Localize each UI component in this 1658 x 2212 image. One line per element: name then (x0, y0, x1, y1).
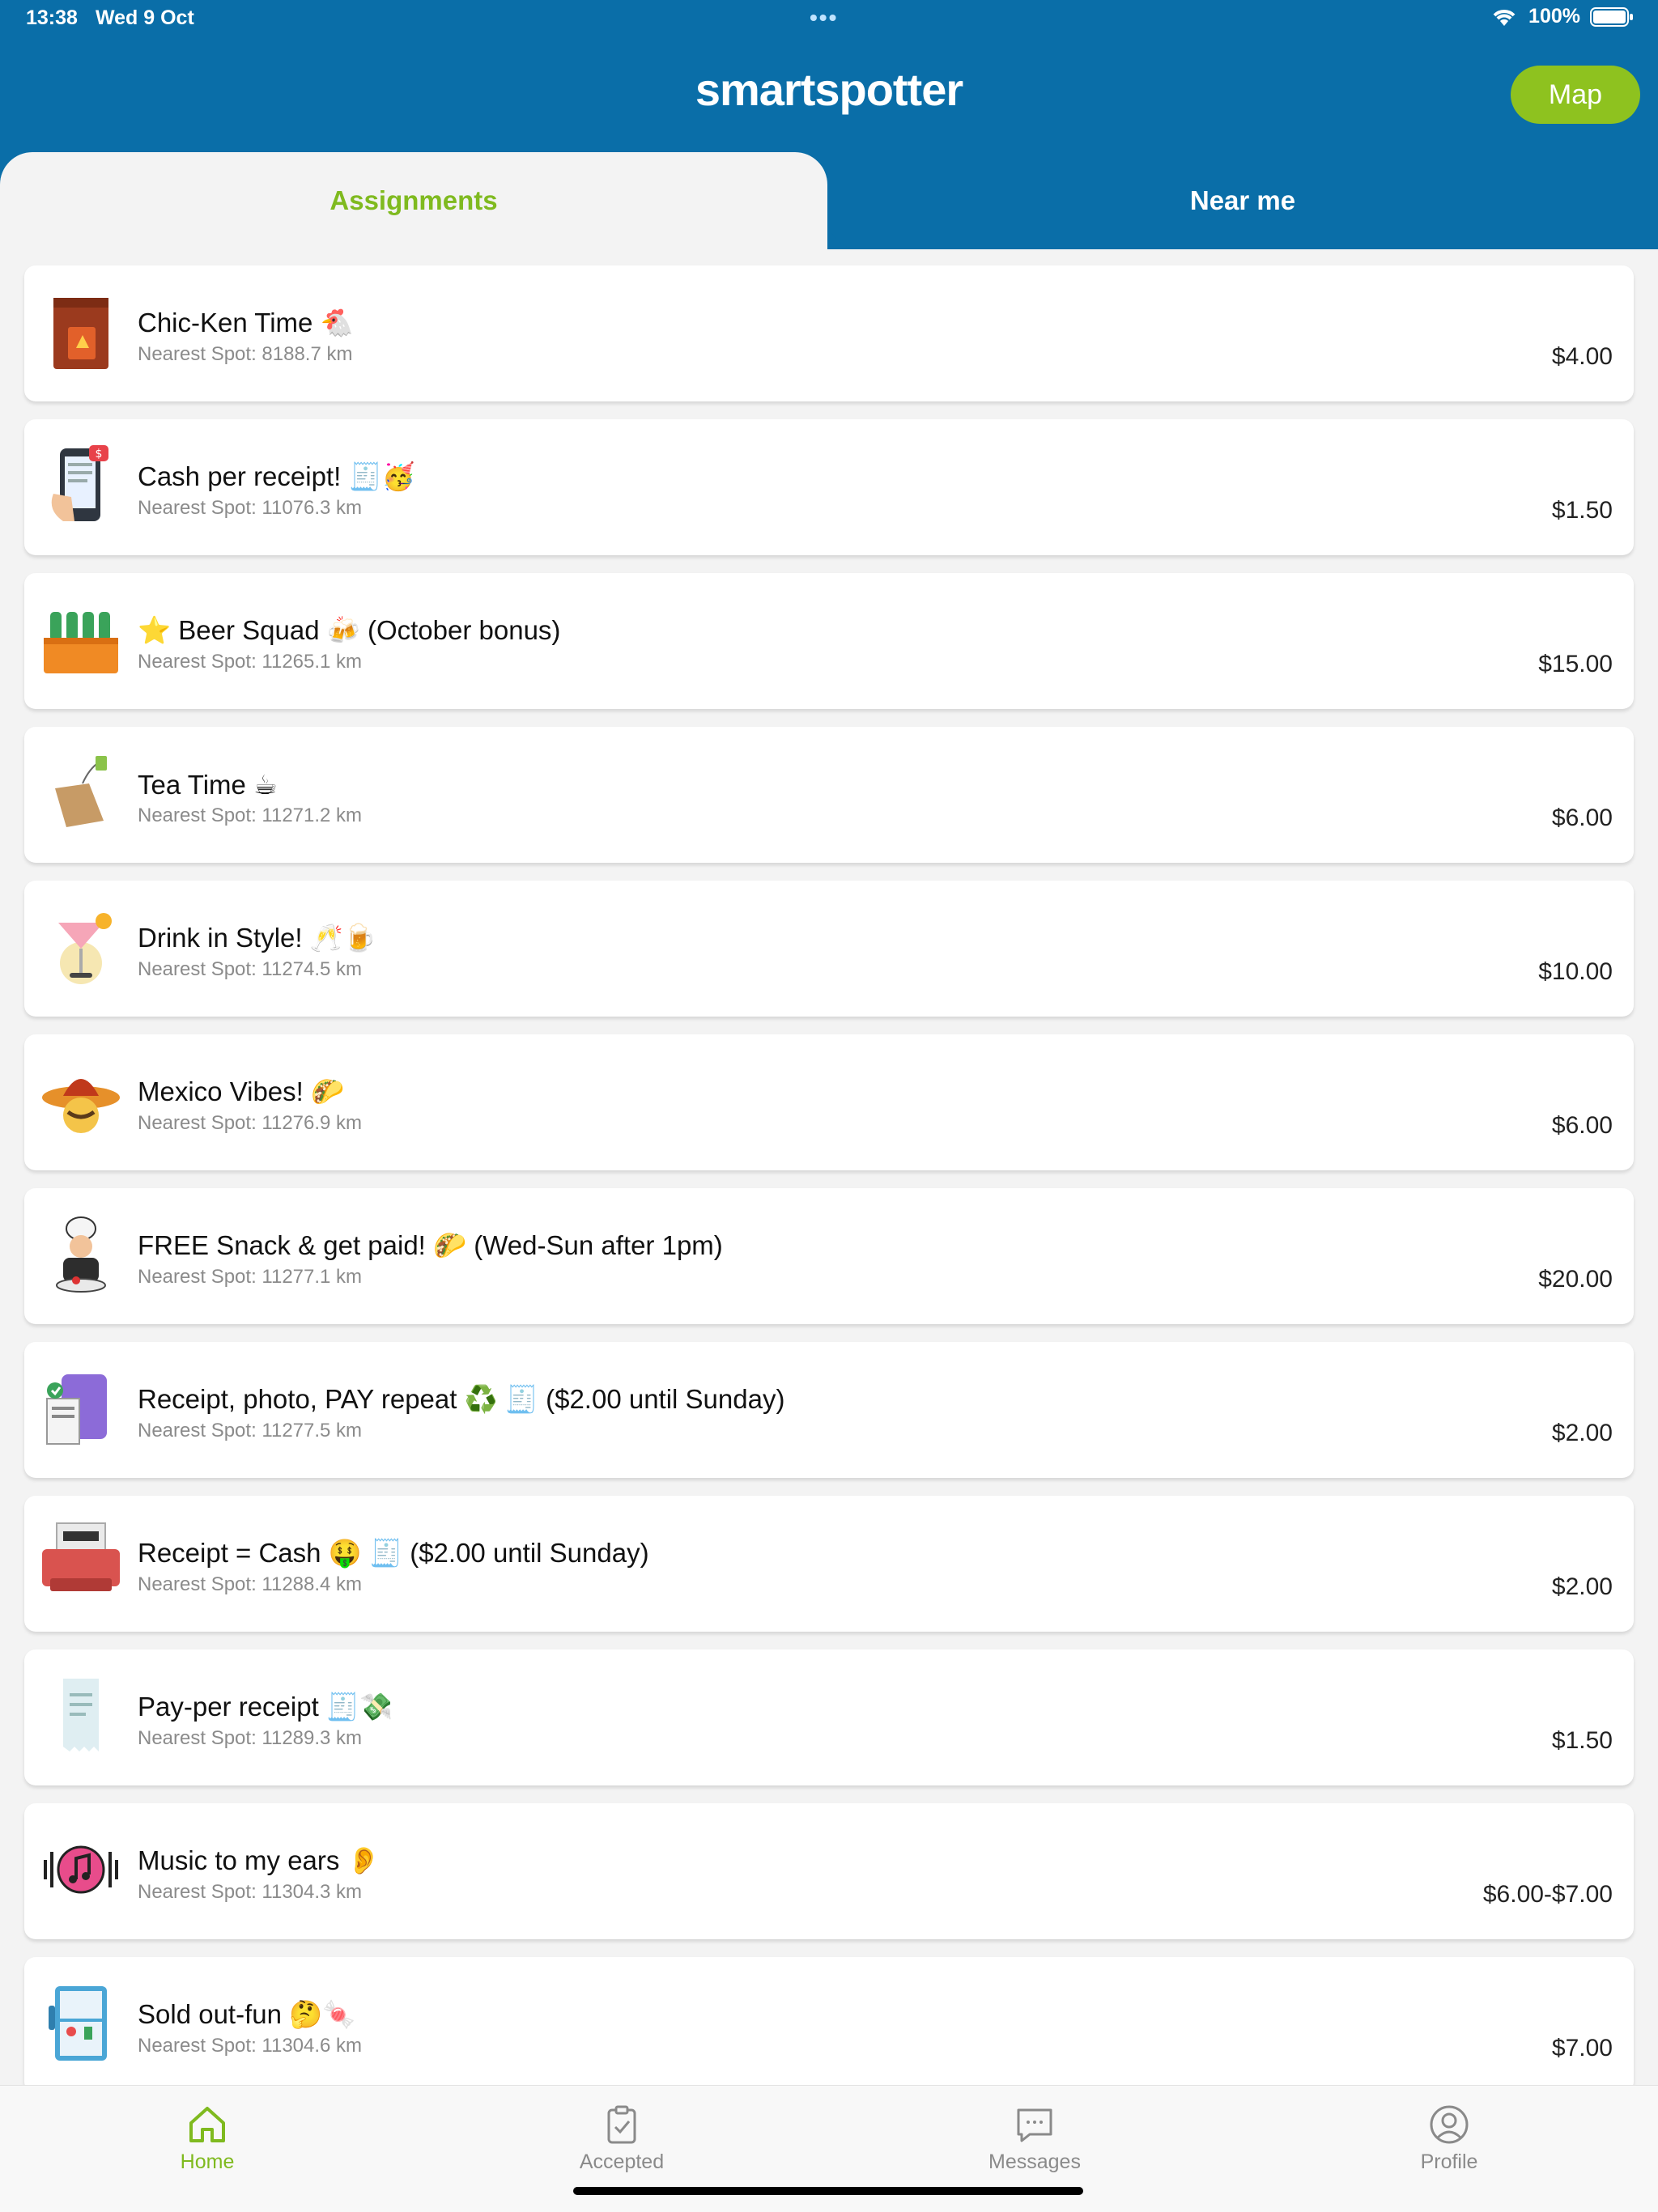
assignment-title: Tea Time ☕ (138, 770, 278, 800)
sombrero-icon (42, 1079, 120, 1133)
chicken-bag-icon (53, 298, 108, 369)
assignment-nearest-spot: Nearest Spot: 11304.3 km (138, 1881, 363, 1903)
beer-crate-icon (44, 612, 118, 673)
assignment-nearest-spot: Nearest Spot: 8188.7 km (138, 343, 353, 365)
map-button[interactable]: Map (1511, 66, 1640, 124)
nav-messages-label: Messages (988, 2150, 1081, 2173)
assignment-price: $2.00 (1551, 1573, 1613, 1600)
battery-percent: 100% (1528, 5, 1580, 28)
assignment-price: $4.00 (1551, 343, 1613, 370)
tab-assignments[interactable]: Assignments (0, 152, 827, 249)
assignment-card[interactable]: Chic-Ken Time 🐔 Nearest Spot: 8188.7 km $4… (24, 265, 1634, 401)
assignment-price: $6.00-$7.00 (1482, 1881, 1613, 1908)
assignment-card[interactable]: Pay-per receipt 🧾💸 Nearest Spot: 11289.3 … (24, 1649, 1634, 1785)
assignment-price: $1.50 (1551, 1727, 1613, 1754)
nav-profile[interactable]: Profile (1344, 2102, 1554, 2174)
status-time: 13:38 (26, 6, 78, 29)
assignment-price: $2.00 (1551, 1420, 1613, 1446)
assignment-card[interactable]: FREE Snack & get paid! 🌮 (Wed-Sun after … (24, 1188, 1634, 1324)
receipt-phone-icon (46, 1374, 107, 1445)
assignment-nearest-spot: Nearest Spot: 11265.1 km (138, 651, 363, 673)
status-right: 100% (1490, 5, 1634, 28)
tea-bag-icon (55, 756, 107, 827)
assignment-title: Music to my ears 👂 (138, 1845, 380, 1875)
assignment-title: Chic-Ken Time 🐔 (138, 308, 354, 338)
assignment-title: FREE Snack & get paid! 🌮 (Wed-Sun after … (138, 1230, 723, 1260)
assignment-price: $1.50 (1551, 497, 1613, 524)
assignment-card[interactable]: Receipt, photo, PAY repeat ♻️ 🧾 ($2.00 u… (24, 1342, 1634, 1478)
music-note-icon (44, 1845, 118, 1894)
assignment-title: Pay-per receipt 🧾💸 (138, 1692, 393, 1722)
status-date: Wed 9 Oct (96, 6, 194, 29)
profile-icon (1430, 2105, 1469, 2144)
nav-home-label: Home (180, 2150, 235, 2173)
status-bar: 13:38 Wed 9 Oct ••• 100% (0, 0, 1658, 39)
assignment-card[interactable]: Music to my ears 👂 Nearest Spot: 11304.3 … (24, 1803, 1634, 1939)
assignment-nearest-spot: Nearest Spot: 11076.3 km (138, 497, 363, 519)
assignment-nearest-spot: Nearest Spot: 11271.2 km (138, 805, 363, 826)
assignment-nearest-spot: Nearest Spot: 11277.1 km (138, 1266, 363, 1288)
assignment-nearest-spot: Nearest Spot: 11304.6 km (138, 2035, 363, 2057)
assignment-card[interactable]: Mexico Vibes! 🌮 Nearest Spot: 11276.9 km $… (24, 1034, 1634, 1170)
battery-icon (1590, 6, 1633, 27)
assignment-price: $20.00 (1538, 1266, 1613, 1293)
assignment-title: Drink in Style! 🥂🍺 (138, 923, 376, 953)
assignment-price: $6.00 (1551, 1112, 1613, 1139)
svg-text:$: $ (96, 448, 103, 461)
phone-receipt-icon: $ (51, 445, 108, 521)
assignment-card[interactable]: Tea Time ☕ Nearest Spot: 11271.2 km $6.00 (24, 727, 1634, 863)
assignment-title: ⭐ Beer Squad 🍻 (October bonus) (138, 615, 561, 645)
fridge-icon (49, 1986, 107, 2061)
clipboard-check-icon (607, 2105, 636, 2144)
assignment-nearest-spot: Nearest Spot: 11289.3 km (138, 1727, 363, 1749)
assignment-card[interactable]: $ Cash per receipt! 🧾🥳 Nearest Spot: 11076… (24, 419, 1634, 555)
assignment-card[interactable]: Receipt = Cash 🤑 🧾 ($2.00 until Sunday) N… (24, 1496, 1634, 1632)
nav-profile-label: Profile (1420, 2150, 1478, 2173)
assignment-title: Mexico Vibes! 🌮 (138, 1076, 345, 1106)
assignment-title: Cash per receipt! 🧾🥳 (138, 461, 415, 491)
assignment-price: $10.00 (1538, 958, 1613, 985)
assignment-nearest-spot: Nearest Spot: 11274.5 km (138, 958, 363, 980)
nav-accepted-label: Accepted (579, 2150, 665, 2173)
multitasking-dots-icon[interactable]: ••• (810, 5, 838, 31)
home-icon (189, 2107, 225, 2142)
app-header: 13:38 Wed 9 Oct ••• 100% smartspotter Ma… (0, 0, 1658, 249)
nav-accepted[interactable]: Accepted (517, 2102, 727, 2174)
chef-icon (56, 1216, 106, 1293)
assignment-title: Sold out-fun 🤔🍬 (138, 1999, 356, 2029)
app-logo-title: smartspotter (695, 64, 963, 115)
home-indicator[interactable] (573, 2187, 1083, 2195)
assignment-title: Receipt = Cash 🤑 🧾 ($2.00 until Sunday) (138, 1538, 649, 1568)
tab-near-me[interactable]: Near me (827, 152, 1658, 249)
nav-home[interactable]: Home (102, 2102, 312, 2174)
wifi-icon (1493, 9, 1516, 26)
assignment-card[interactable]: Sold out-fun 🤔🍬 Nearest Spot: 11304.6 km $… (24, 1957, 1634, 2093)
assignment-price: $6.00 (1551, 805, 1613, 831)
assignment-price: $7.00 (1551, 2035, 1613, 2061)
receipt-printer-icon (42, 1522, 120, 1591)
assignment-title: Receipt, photo, PAY repeat ♻️ 🧾 ($2.00 u… (138, 1384, 785, 1414)
assignment-card[interactable]: Drink in Style! 🥂🍺 Nearest Spot: 11274.5 … (24, 881, 1634, 1017)
cocktail-icon (58, 913, 112, 984)
assignment-price: $15.00 (1538, 651, 1613, 677)
receipt-icon (63, 1679, 99, 1751)
assignment-nearest-spot: Nearest Spot: 11277.5 km (138, 1420, 363, 1441)
assignment-nearest-spot: Nearest Spot: 11288.4 km (138, 1573, 363, 1595)
chat-bubble-icon (1017, 2108, 1052, 2142)
assignment-nearest-spot: Nearest Spot: 11276.9 km (138, 1112, 363, 1134)
assignment-card[interactable]: ⭐ Beer Squad 🍻 (October bonus) Nearest Sp… (24, 573, 1634, 709)
nav-messages[interactable]: Messages (929, 2102, 1140, 2174)
segment-tabs: Assignments Near me (0, 152, 1658, 249)
